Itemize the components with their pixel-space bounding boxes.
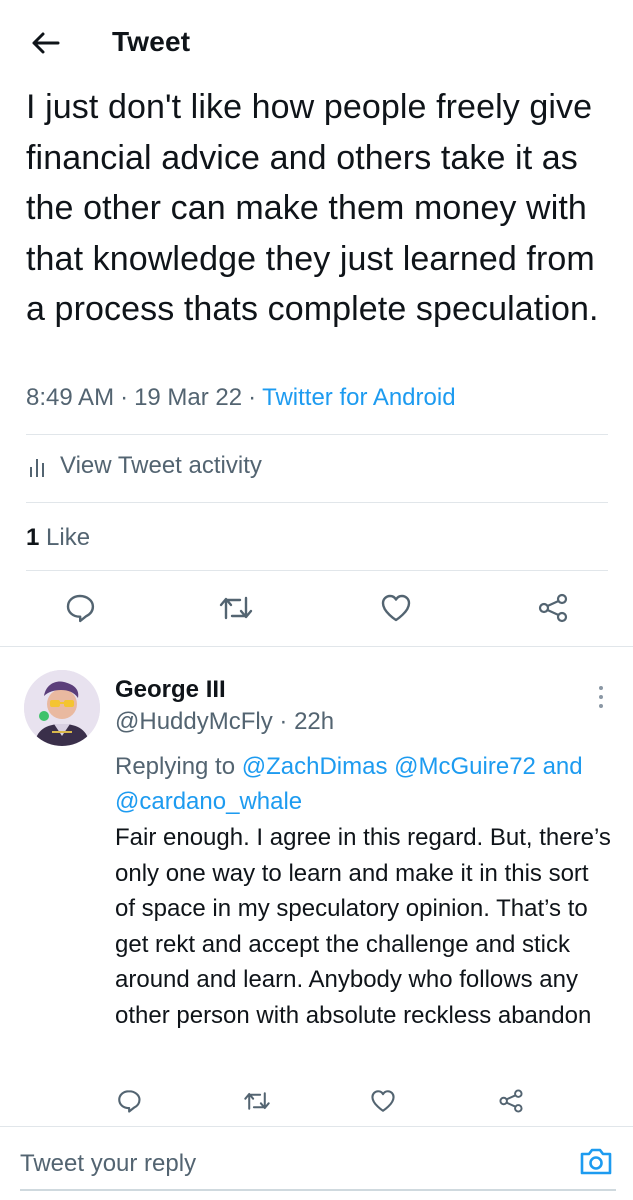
top-bar: Tweet xyxy=(0,0,633,82)
divider xyxy=(0,646,633,647)
mention-and: and xyxy=(542,753,583,780)
like-icon[interactable] xyxy=(366,1084,400,1118)
reply-author-name[interactable]: George III xyxy=(115,676,226,704)
replying-to: Replying to @ZachDimas @McGuire72 and @c… xyxy=(115,749,615,819)
camera-icon[interactable] xyxy=(578,1143,614,1179)
like-count: 1 xyxy=(26,524,40,551)
mention-link[interactable]: @cardano_whale xyxy=(115,788,302,815)
page-title: Tweet xyxy=(112,26,191,57)
activity-label: View Tweet activity xyxy=(60,452,262,479)
tweet-actions xyxy=(0,588,633,628)
tweet-date: 19 Mar 22 xyxy=(134,384,243,411)
reply-icon[interactable] xyxy=(112,1084,146,1118)
tweet-meta: 8:49 AM · 19 Mar 22 · Twitter for Android xyxy=(26,384,456,411)
back-arrow-icon[interactable] xyxy=(28,26,62,60)
reply-actions xyxy=(0,1084,633,1118)
replying-prefix: Replying to xyxy=(115,753,236,780)
more-icon[interactable] xyxy=(586,682,616,712)
handle[interactable]: @HuddyMcFly xyxy=(115,708,273,735)
retweet-icon[interactable] xyxy=(240,1084,274,1118)
reply-composer xyxy=(0,1126,633,1200)
view-tweet-activity-button[interactable]: View Tweet activity xyxy=(28,452,262,480)
bar-chart-icon xyxy=(30,459,44,477)
likes-count[interactable]: 1 Like xyxy=(26,524,90,552)
input-underline xyxy=(20,1189,616,1191)
divider xyxy=(26,434,608,435)
mention-link[interactable]: @McGuire72 xyxy=(394,753,536,780)
tweet-text: I just don't like how people freely give… xyxy=(26,88,599,328)
divider xyxy=(26,502,608,503)
divider xyxy=(26,570,608,571)
share-icon[interactable] xyxy=(533,588,573,628)
tweet-time: 8:49 AM xyxy=(26,384,115,411)
share-icon[interactable] xyxy=(494,1084,528,1118)
mention-link[interactable]: @ZachDimas xyxy=(242,753,388,780)
reply-icon[interactable] xyxy=(60,588,100,628)
reply-author-handle: @HuddyMcFly · 22h xyxy=(115,708,335,735)
reply-text: Fair enough. I agree in this regard. But… xyxy=(115,824,611,1029)
avatar[interactable] xyxy=(24,670,100,746)
reply-input[interactable] xyxy=(20,1149,540,1179)
tweet-source-link[interactable]: Twitter for Android xyxy=(262,384,455,411)
like-icon[interactable] xyxy=(376,588,416,628)
reply-age: 22h xyxy=(294,708,335,735)
retweet-icon[interactable] xyxy=(216,588,256,628)
like-label: Like xyxy=(46,524,91,551)
